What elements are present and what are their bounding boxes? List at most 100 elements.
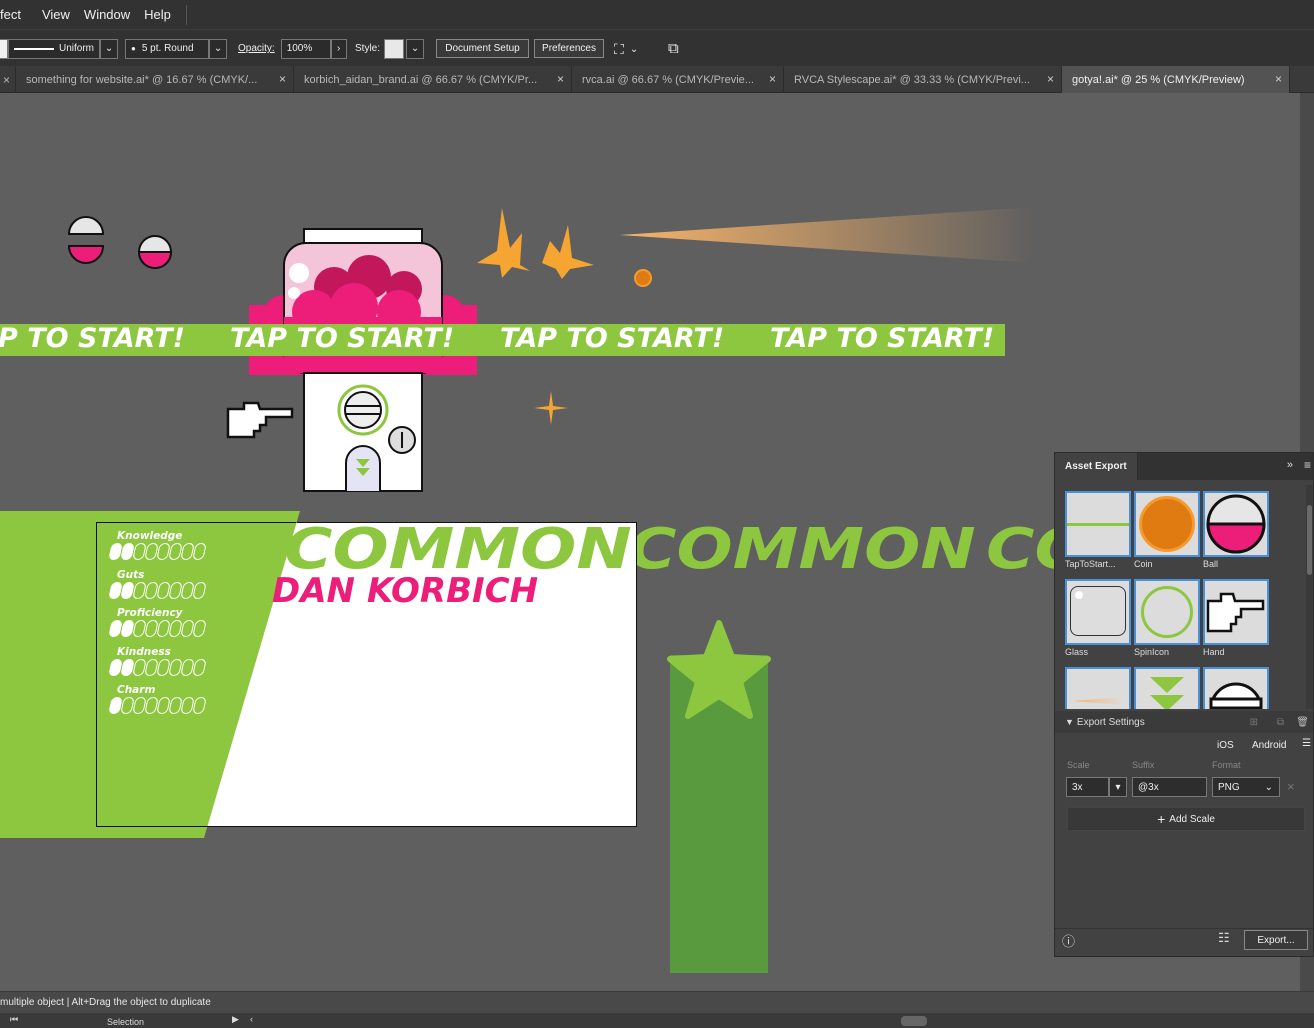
status-bar: multiple object | Alt+Drag the object to…	[0, 991, 1314, 1013]
suffix-label: Suffix	[1132, 760, 1155, 770]
asset-scrollbar[interactable]	[1306, 485, 1313, 709]
stroke-profile-label: Uniform	[58, 43, 94, 54]
spark-burst[interactable]	[472, 203, 602, 283]
stat-meter	[108, 697, 207, 714]
brush-dropdown[interactable]: ● 5 pt. Round ⌄	[125, 38, 227, 59]
duplicate-icon[interactable]: ⧉	[1277, 717, 1284, 728]
export-button[interactable]: Export...	[1244, 930, 1308, 950]
opacity-input[interactable]: 100%	[280, 38, 331, 59]
chevron-down-icon[interactable]: ▾	[1109, 777, 1127, 797]
format-select[interactable]: PNG ⌄	[1212, 777, 1280, 797]
tap-text-1: P TO START!	[0, 323, 185, 354]
tap-strip-thumb[interactable]	[1065, 491, 1131, 557]
stat-label: Guts	[117, 568, 145, 581]
brush-dot-icon: ●	[131, 44, 136, 53]
ball-thumb[interactable]	[1203, 491, 1269, 557]
gumball-machine[interactable]	[244, 227, 484, 497]
close-icon[interactable]: ×	[1047, 72, 1054, 86]
bottom-bar: ⏮ Selection ▶ ‹	[0, 1013, 1314, 1028]
list-icon[interactable]: ☰	[1302, 738, 1311, 749]
tap-text-2: TAP TO START!	[230, 323, 455, 354]
stat-pill	[192, 697, 207, 714]
opacity-label: Opacity:	[238, 43, 275, 54]
menu-help[interactable]: Help	[137, 7, 178, 22]
ball-small-2[interactable]	[136, 234, 176, 270]
trash-icon[interactable]: 🗑	[1296, 717, 1309, 728]
status-hint: multiple object | Alt+Drag the object to…	[0, 997, 211, 1008]
tab-gotya[interactable]: gotya!.ai* @ 25 % (CMYK/Preview) ×	[1062, 66, 1290, 93]
tab-something-for-website[interactable]: something for website.ai* @ 16.67 % (CMY…	[16, 66, 294, 93]
tap-text-4: TAP TO START!	[770, 323, 995, 354]
stroke-profile-dropdown[interactable]: Uniform ⌄	[0, 38, 118, 59]
hand-icon[interactable]	[224, 395, 296, 441]
chevron-down-icon[interactable]: ⌄	[209, 38, 227, 59]
document-setup-button[interactable]: Document Setup	[436, 39, 529, 58]
ball-small-1[interactable]	[66, 214, 106, 270]
chevron-down-icon[interactable]: ⌄	[406, 38, 425, 59]
style-swatch[interactable]	[384, 38, 405, 59]
spin-thumb[interactable]	[1134, 579, 1200, 645]
light-beam[interactable]	[620, 207, 1034, 263]
name-text: DAN KORBICH	[272, 571, 539, 611]
export-icon[interactable]: ⧉	[668, 38, 679, 59]
menu-effect[interactable]: fect	[0, 7, 28, 22]
coin[interactable]	[634, 269, 652, 287]
stat-meter	[108, 620, 207, 637]
sparkle-icon[interactable]	[532, 389, 570, 427]
close-icon[interactable]: ×	[769, 72, 776, 86]
panel-menu-icon[interactable]: ≡	[1304, 458, 1311, 472]
chevron-down-icon: ⌄	[1264, 781, 1273, 793]
android-preset[interactable]: Android	[1252, 740, 1286, 751]
control-bar: Uniform ⌄ ● 5 pt. Round ⌄ Opacity: 100% …	[0, 29, 1314, 66]
scroll-left-icon[interactable]: ‹	[250, 1014, 253, 1024]
remove-scale-icon[interactable]: ×	[1287, 779, 1295, 794]
tab-close-partial[interactable]: ×	[0, 66, 16, 93]
ios-preset[interactable]: iOS	[1217, 740, 1234, 751]
close-icon[interactable]: ×	[557, 72, 564, 86]
scale-label: Scale	[1067, 760, 1090, 770]
menu-view[interactable]: View	[28, 7, 77, 22]
stat-pill	[192, 620, 207, 637]
disclosure-triangle-icon[interactable]: ▼	[1065, 717, 1074, 727]
add-asset-icon[interactable]: ⊞	[1250, 717, 1258, 728]
menu-window[interactable]: Window	[77, 7, 137, 22]
coin-thumb[interactable]	[1134, 491, 1200, 557]
close-icon[interactable]: ×	[1275, 72, 1282, 86]
info-icon[interactable]: ⓘ	[1062, 931, 1075, 950]
scale-input[interactable]: 3x	[1066, 777, 1109, 797]
horizontal-scroll-thumb[interactable]	[901, 1016, 927, 1026]
suffix-input[interactable]: @3x	[1132, 777, 1207, 797]
plus-icon: +	[1157, 811, 1166, 827]
tab-rvca-stylescape[interactable]: RVCA Stylescape.ai* @ 33.33 % (CMYK/Prev…	[784, 66, 1062, 93]
arrange-icon[interactable]: ⛶ ⌄	[614, 39, 638, 60]
stat-pill	[192, 581, 207, 599]
tab-rvca[interactable]: rvca.ai @ 66.67 % (CMYK/Previe... ×	[572, 66, 784, 93]
chevron-down-icon[interactable]: ⌄	[100, 38, 118, 59]
document-tabs: × something for website.ai* @ 16.67 % (C…	[0, 66, 1314, 93]
tool-name: Selection	[107, 1017, 145, 1027]
common-text-2: COMMON	[628, 517, 976, 582]
stat-meter	[108, 543, 207, 560]
asset-export-tab[interactable]: Asset Export	[1055, 453, 1138, 480]
stat-label: Knowledge	[117, 530, 183, 542]
machine-top-thumb[interactable]	[1203, 667, 1269, 709]
chevron-right-icon[interactable]: ›	[330, 38, 347, 59]
play-icon[interactable]: ▶	[232, 1014, 239, 1025]
add-scale-button[interactable]: + Add Scale	[1067, 807, 1305, 831]
first-page-icon[interactable]: ⏮	[10, 1014, 18, 1025]
preferences-button[interactable]: Preferences	[534, 39, 604, 58]
star-icon[interactable]	[666, 619, 772, 719]
glass-thumb[interactable]	[1065, 579, 1131, 645]
menu-bar: fect View Window Help	[0, 0, 1314, 29]
stat-label: Charm	[117, 684, 156, 696]
arrow-thumb[interactable]	[1134, 667, 1200, 709]
export-settings-heading: Export Settings	[1076, 716, 1145, 728]
tab-korbich-brand[interactable]: korbich_aidan_brand.ai @ 66.67 % (CMYK/P…	[294, 66, 572, 93]
close-icon[interactable]: ×	[279, 72, 286, 86]
beam-thumb[interactable]	[1065, 667, 1131, 709]
stat-meter	[108, 658, 207, 676]
tap-text-3: TAP TO START!	[500, 323, 725, 354]
collapse-icon[interactable]: »	[1287, 459, 1293, 471]
hand-thumb[interactable]	[1203, 579, 1269, 645]
export-list-icon[interactable]: ☷	[1218, 930, 1230, 946]
